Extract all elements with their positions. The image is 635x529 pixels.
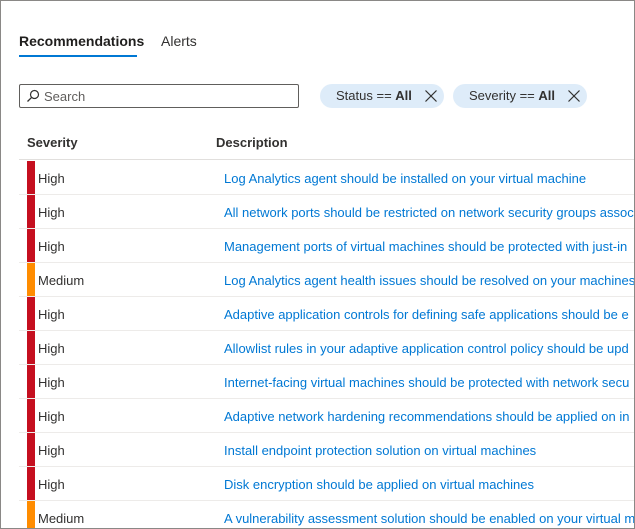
table-row[interactable]: High Allowlist rules in your adaptive app… [19,331,634,365]
table-row[interactable]: High Disk encryption should be applied on… [19,467,634,501]
recommendation-link[interactable]: Allowlist rules in your adaptive applica… [224,341,629,356]
table-row[interactable]: High Log Analytics agent should be instal… [19,161,634,195]
table-row[interactable]: Medium A vulnerability assessment solutio… [19,501,634,528]
severity-label: High [38,341,65,356]
filter-key: Severity [469,88,516,103]
severity-indicator [27,263,35,297]
close-icon[interactable] [567,89,581,103]
severity-indicator [27,433,35,467]
filter-value: All [395,88,412,103]
severity-label: High [38,477,65,492]
severity-label: High [38,205,65,220]
recommendation-link[interactable]: A vulnerability assessment solution shou… [224,511,634,526]
severity-indicator [27,399,35,433]
severity-indicator [27,161,35,195]
column-header-description[interactable]: Description [216,135,288,150]
header-divider [19,159,634,160]
table-row[interactable]: High Install endpoint protection solution… [19,433,634,467]
tab-alerts[interactable]: Alerts [161,33,197,49]
table-row[interactable]: Medium Log Analytics agent health issues … [19,263,634,297]
recommendation-link[interactable]: Management ports of virtual machines sho… [224,239,627,254]
search-icon [27,89,40,102]
severity-indicator [27,195,35,229]
recommendation-link[interactable]: Install endpoint protection solution on … [224,443,536,458]
filter-operator: == [519,88,539,103]
recommendation-link[interactable]: Adaptive network hardening recommendatio… [224,409,629,424]
severity-label: High [38,307,65,322]
severity-label: High [38,375,65,390]
recommendation-link[interactable]: Adaptive application controls for defini… [224,307,629,322]
recommendation-link[interactable]: Log Analytics agent should be installed … [224,171,586,186]
search-box[interactable] [19,84,299,108]
severity-label: High [38,171,65,186]
table-row[interactable]: High Management ports of virtual machines… [19,229,634,263]
severity-indicator [27,365,35,399]
filter-operator: == [376,88,396,103]
table-row[interactable]: High All network ports should be restrict… [19,195,634,229]
severity-indicator [27,331,35,365]
table-row[interactable]: High Adaptive application controls for de… [19,297,634,331]
severity-label: Medium [38,511,85,526]
severity-label: High [38,409,65,424]
recommendation-link[interactable]: All network ports should be restricted o… [224,205,634,220]
severity-filter-pill[interactable]: Severity == All [453,84,587,108]
recommendation-link[interactable]: Log Analytics agent health issues should… [224,273,634,288]
active-tab-indicator [19,55,137,57]
table-row[interactable]: High Adaptive network hardening recommend… [19,399,634,433]
severity-indicator [27,297,35,331]
close-icon[interactable] [424,89,438,103]
recommendation-link[interactable]: Internet-facing virtual machines should … [224,375,629,390]
tab-recommendations[interactable]: Recommendations [19,33,144,49]
recommendations-panel: Recommendations Alerts Status == All Sev… [0,0,635,529]
column-header-severity[interactable]: Severity [27,135,78,150]
severity-indicator [27,229,35,263]
status-filter-pill[interactable]: Status == All [320,84,444,108]
severity-indicator [27,501,35,528]
severity-label: High [38,443,65,458]
filter-key: Status [336,88,373,103]
search-input[interactable] [44,87,292,105]
severity-indicator [27,467,35,501]
severity-label: Medium [38,273,85,288]
table-row[interactable]: High Internet-facing virtual machines sho… [19,365,634,399]
severity-label: High [38,239,65,254]
filter-value: All [538,88,556,103]
recommendation-link[interactable]: Disk encryption should be applied on vir… [224,477,534,492]
